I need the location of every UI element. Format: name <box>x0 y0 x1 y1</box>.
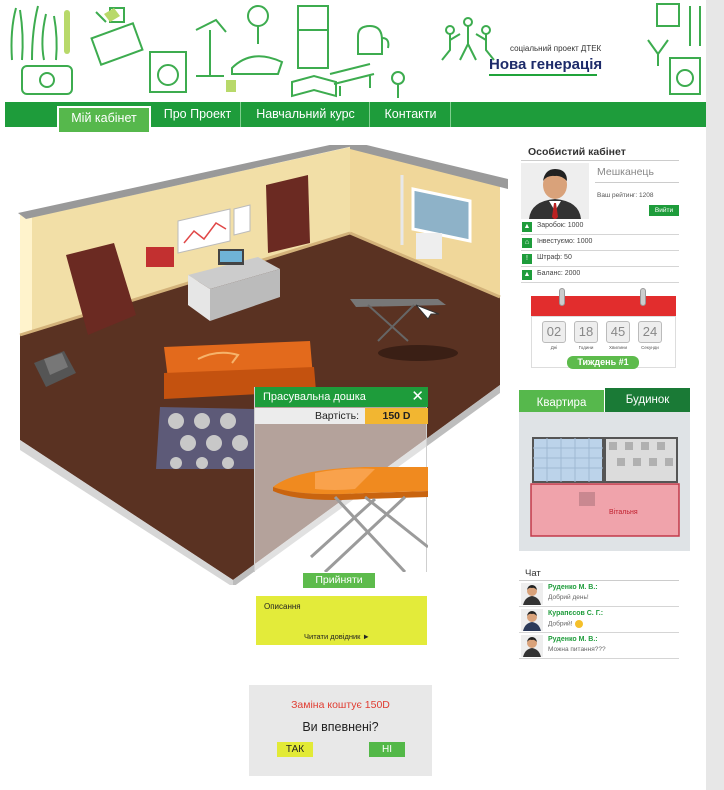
wallet-icon: ▲ <box>522 222 532 232</box>
warning-icon: ! <box>522 254 532 264</box>
stat-text: Інвестуємо: 1000 <box>537 238 593 245</box>
header: соціальний проект ДТЕК Нова генерація <box>0 0 706 102</box>
avatar <box>521 163 589 219</box>
digit-label: Хвилини <box>608 345 628 350</box>
nav-item-contacts[interactable]: Контакти <box>371 102 451 127</box>
cabinet-title: Особистий кабінет <box>528 146 626 158</box>
modal-title: Прасувальна дошка <box>263 391 366 403</box>
smiley-icon <box>574 620 583 628</box>
hours-digit: 18 <box>574 321 598 343</box>
confirm-question: Ви впевнені? <box>302 720 379 734</box>
tab-apartment[interactable]: Квартира <box>519 388 604 412</box>
calendar-header <box>531 296 676 316</box>
rank-text: Мешканець <box>597 166 654 178</box>
digit-label: Години <box>578 345 594 350</box>
chat-author: Курапєсов С. Г.: <box>548 610 604 617</box>
main-nav: Мій кабінет Про Проект Навчальний курс К… <box>5 102 706 132</box>
days-digit: 02 <box>542 321 566 343</box>
digit-label: Секунди <box>641 345 659 350</box>
chat-message: Руденко М. В.: Можна питання??? <box>519 633 679 659</box>
stat-text: Штраф: 50 <box>537 254 572 261</box>
divider <box>595 182 679 183</box>
ring-icon <box>559 288 565 306</box>
nav-item-course[interactable]: Навчальний курс <box>242 102 370 127</box>
accept-button[interactable]: Прийняти <box>303 573 375 588</box>
divider <box>521 160 679 161</box>
confirm-cost-text: Заміна коштує 150D <box>291 699 390 711</box>
room-label: Вітальня <box>609 508 638 516</box>
plan-tabs: Квартира Будинок <box>519 388 690 412</box>
logo-figures-icon <box>441 17 495 61</box>
chat-text-content: Добрий! <box>548 620 573 628</box>
nav-item-about[interactable]: Про Проект <box>155 102 241 127</box>
digit-label: Дні <box>550 345 558 350</box>
chat-author: Руденко М. В.: <box>548 584 598 591</box>
countdown-calendar: 02 18 45 24 Дні Години Хвилини Секунди Т… <box>531 288 676 370</box>
ring-icon <box>640 288 646 306</box>
week-button[interactable]: Тиждень #1 <box>567 356 639 369</box>
floor-plan-map: Вітальня <box>530 437 680 537</box>
avatar <box>521 635 543 657</box>
stat-earnings: ▲ Заробок: 1000 <box>521 220 679 235</box>
stat-fine: ! Штраф: 50 <box>521 252 679 267</box>
cost-label: Вартість: <box>255 408 365 424</box>
stat-balance: ▲ Баланс: 2000 <box>521 268 679 283</box>
cost-row: Вартість: 150 D <box>255 408 428 424</box>
chat-author: Руденко М. В.: <box>548 636 598 643</box>
modal-header: Прасувальна дошка ✕ <box>255 387 428 407</box>
invest-icon: ⌂ <box>522 238 532 248</box>
tab-building[interactable]: Будинок <box>605 388 690 412</box>
stat-investment: ⌂ Інвестуємо: 1000 <box>521 236 679 251</box>
chat-text: Добрий день! <box>548 594 589 601</box>
door-back <box>266 175 310 253</box>
cost-value: 150 D <box>365 408 428 424</box>
logo-subtitle: соціальний проект ДТЕК <box>510 44 602 53</box>
yes-button[interactable]: ТАК <box>277 742 313 757</box>
chat-text: Добрий! <box>548 620 583 628</box>
no-button[interactable]: НІ <box>369 742 405 757</box>
chat-text: Можна питання??? <box>548 646 606 653</box>
nav-item-cabinet[interactable]: Мій кабінет <box>57 106 151 132</box>
scrollbar[interactable] <box>706 0 724 790</box>
logo-underline <box>489 74 597 76</box>
chat-message: Руденко М. В.: Добрий день! <box>519 581 679 607</box>
close-icon[interactable]: ✕ <box>411 387 424 406</box>
balance-icon: ▲ <box>522 270 532 280</box>
page: соціальний проект ДТЕК Нова генерація Мі… <box>0 0 724 790</box>
minutes-digit: 45 <box>606 321 630 343</box>
stat-text: Баланс: 2000 <box>537 270 581 277</box>
read-guide-link[interactable]: Читати довідник ► <box>304 632 370 641</box>
chat-message: Курапєсов С. Г.: Добрий! <box>519 607 679 633</box>
description-title: Описання <box>264 602 301 611</box>
seconds-digit: 24 <box>638 321 662 343</box>
item-modal: Прасувальна дошка ✕ Вартість: 150 D <box>254 387 428 572</box>
floor-plan: Вітальня <box>519 412 690 551</box>
confirm-dialog: Заміна коштує 150D Ви впевнені? ТАК НІ <box>249 685 432 776</box>
logout-button[interactable]: Вийти <box>649 205 679 216</box>
rating-text: Ваш рейтинг: 1208 <box>597 192 654 199</box>
ironing-board-preview <box>273 467 428 572</box>
stat-text: Заробок: 1000 <box>537 222 584 229</box>
logo-title: Нова генерація <box>489 56 603 73</box>
avatar <box>521 609 543 631</box>
chat-title: Чат <box>525 568 541 579</box>
avatar <box>521 583 543 605</box>
description-box: Описання Читати довідник ► <box>256 596 427 645</box>
